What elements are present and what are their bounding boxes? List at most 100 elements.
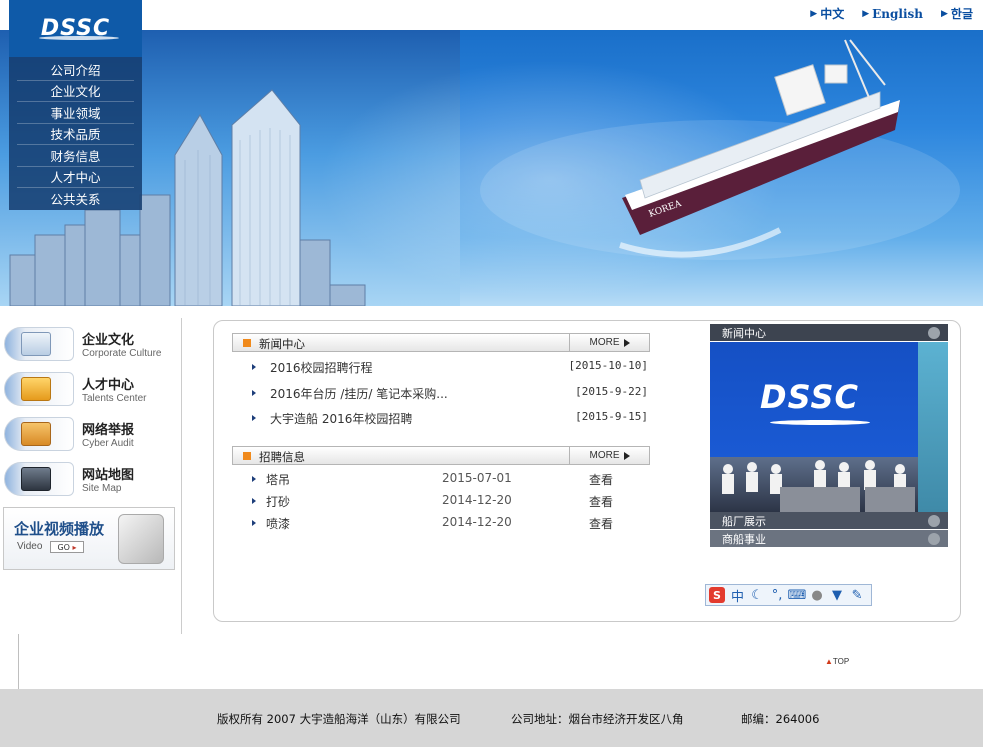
lang-label: 한글 [950, 7, 973, 21]
top-link-label: TOP [832, 657, 850, 666]
side-link-title: 企业文化 [82, 333, 135, 348]
footer: 版权所有 2007 大宇造船海洋（山东）有限公司 公司地址：烟台市经济开发区八角… [0, 689, 983, 747]
news-more-button[interactable]: MORE [569, 334, 649, 351]
video-title: 企业视频播放 [14, 520, 105, 538]
footer-postcode: 邮编：264006 [741, 712, 820, 726]
job-title[interactable]: 喷漆 [266, 515, 290, 532]
side-link-subtitle: Talents Center [82, 393, 147, 404]
nav-item-tech-quality[interactable]: 技术品质 [17, 124, 134, 145]
nav-item-public-relations[interactable]: 公共关系 [17, 188, 134, 210]
nav-item-talent-center[interactable]: 人才中心 [17, 167, 134, 188]
news-item-title[interactable]: 2016校园招聘行程 [270, 359, 373, 376]
footer-address: 公司地址：烟台市经济开发区八角 [511, 712, 684, 726]
photo-stage [710, 457, 948, 512]
lang-english-link[interactable]: ▶ English [862, 5, 923, 22]
back-to-top-link[interactable]: ▲TOP [825, 657, 849, 666]
event-photo-image[interactable]: DSSC [710, 342, 948, 512]
more-label: MORE [589, 337, 620, 348]
ime-toolbar: S 中 ☾ °, ⌨ ● ▼ ✎ [705, 584, 872, 606]
photo-tab-news[interactable]: 新闻中心 [710, 324, 948, 341]
moon-icon[interactable]: ☾ [750, 588, 764, 603]
bullet-icon [252, 390, 256, 396]
photo-tab-label: 船厂展示 [722, 514, 766, 528]
photo-tab-merchant[interactable]: 商船事业 [710, 530, 948, 547]
top-strip: ▶ 中文 ▶ English ▶ 한글 [0, 0, 983, 30]
news-section-header: 新闻中心 MORE [232, 333, 650, 352]
bullet-icon [252, 415, 256, 421]
job-view-link[interactable]: 查看 [589, 493, 613, 510]
ime-mode-toggle[interactable]: 中 [731, 586, 744, 605]
divider-line [18, 634, 19, 689]
bullet-icon [252, 364, 256, 370]
arrow-right-icon: ▶ [862, 8, 870, 19]
side-link-talent-center[interactable]: 人才中心 Talents Center [4, 371, 169, 407]
triangle-right-icon [623, 338, 630, 347]
news-section-title: 新闻中心 [259, 337, 305, 351]
site-logo[interactable]: DSSC [9, 0, 142, 57]
video-subtitle: Video [17, 541, 43, 552]
video-player-button[interactable]: 企业视频播放 Video GO ▸ [3, 507, 175, 570]
lang-label: English [872, 6, 923, 21]
orange-square-icon [243, 452, 251, 460]
photo-logo-swoosh [770, 420, 870, 425]
user-icon[interactable]: ● [810, 588, 824, 603]
job-view-link[interactable]: 查看 [589, 515, 613, 532]
news-item-date: [2015-9-22] [575, 385, 648, 398]
circle-icon [928, 515, 940, 527]
main-nav: 公司介绍 企业文化 事业领域 技术品质 财务信息 人才中心 公共关系 [9, 57, 142, 210]
left-sidebar: 企业文化 Corporate Culture 人才中心 Talents Cent… [0, 318, 182, 634]
side-link-site-map[interactable]: 网站地图 Site Map [4, 461, 169, 497]
job-row[interactable]: 塔吊 2015-07-01 查看 [252, 470, 648, 488]
shirt-icon[interactable]: ▼ [830, 588, 844, 603]
news-item-date: [2015-10-10] [568, 359, 648, 372]
monitor-icon [4, 327, 74, 361]
photo-tab-shipyard[interactable]: 船厂展示 [710, 512, 948, 529]
side-link-corporate-culture[interactable]: 企业文化 Corporate Culture [4, 326, 169, 362]
keyboard-icon[interactable]: ⌨ [788, 588, 807, 603]
video-go-label: GO [57, 542, 70, 552]
news-item-title[interactable]: 大宇造船 2016年校园招聘 [270, 410, 412, 427]
footer-copyright: 版权所有 2007 大宇造船海洋（山东）有限公司 [217, 712, 461, 726]
photo-tab-label: 新闻中心 [722, 326, 766, 340]
sogou-s-icon[interactable]: S [709, 587, 725, 603]
job-date: 2015-07-01 [442, 471, 512, 485]
job-row[interactable]: 打砂 2014-12-20 查看 [252, 492, 648, 510]
nav-item-corporate-culture[interactable]: 企业文化 [17, 81, 134, 102]
bullet-icon [252, 520, 256, 526]
nav-item-financial-info[interactable]: 财务信息 [17, 145, 134, 167]
bullet-icon [252, 476, 256, 482]
news-item[interactable]: 2016校园招聘行程 [2015-10-10] [252, 358, 648, 376]
job-row[interactable]: 喷漆 2014-12-20 查看 [252, 514, 648, 532]
side-link-cyber-audit[interactable]: 网络举报 Cyber Audit [4, 416, 169, 452]
news-item-title[interactable]: 2016年台历 /挂历/ 笔记本采购... [270, 385, 448, 402]
job-date: 2014-12-20 [442, 515, 512, 529]
photo-slideshow: 新闻中心 DSSC 船厂展示 商船事业 [710, 324, 948, 547]
video-disc-icon [118, 514, 164, 564]
news-item[interactable]: 大宇造船 2016年校园招聘 [2015-9-15] [252, 409, 648, 427]
orange-square-icon [243, 339, 251, 347]
jobs-more-button[interactable]: MORE [569, 447, 649, 464]
job-title[interactable]: 打砂 [266, 493, 290, 510]
news-item[interactable]: 2016年台历 /挂历/ 笔记本采购... [2015-9-22] [252, 384, 648, 402]
more-label: MORE [589, 450, 620, 461]
job-date: 2014-12-20 [442, 493, 512, 507]
job-title[interactable]: 塔吊 [266, 471, 290, 488]
photo-tab-label: 商船事业 [722, 532, 766, 546]
lang-korean-link[interactable]: ▶ 한글 [941, 5, 973, 22]
side-link-title: 网络举报 [82, 423, 135, 438]
punctuation-icon[interactable]: °, [770, 588, 784, 603]
nav-item-business-fields[interactable]: 事业领域 [17, 102, 134, 124]
lang-chinese-link[interactable]: ▶ 中文 [810, 5, 844, 22]
job-view-link[interactable]: 查看 [589, 471, 613, 488]
photo-logo-text: DSSC [760, 378, 859, 416]
side-link-title: 网站地图 [82, 468, 135, 483]
language-bar: ▶ 中文 ▶ English ▶ 한글 [810, 5, 973, 22]
bullet-icon [252, 498, 256, 504]
video-go-button[interactable]: GO ▸ [50, 541, 84, 553]
side-link-title: 人才中心 [82, 378, 135, 393]
nav-item-company-intro[interactable]: 公司介绍 [17, 59, 134, 81]
wrench-icon[interactable]: ✎ [850, 588, 864, 603]
jobs-section-header: 招聘信息 MORE [232, 446, 650, 465]
computer-icon [4, 462, 74, 496]
logo-swoosh [39, 36, 119, 40]
